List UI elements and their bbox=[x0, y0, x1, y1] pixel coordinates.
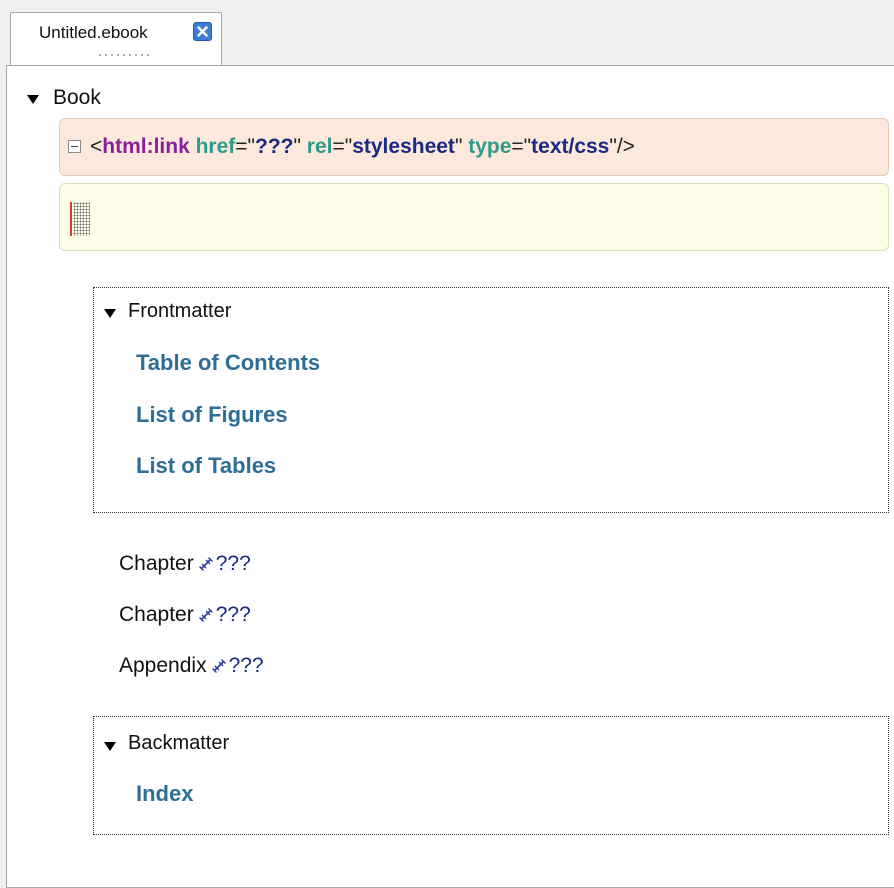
tab-untitled-ebook[interactable]: Untitled.ebook bbox=[10, 12, 222, 66]
frontmatter-title: Frontmatter bbox=[128, 300, 232, 322]
appendix-reference-value[interactable]: ??? bbox=[229, 654, 264, 677]
frontmatter-item-table-of-contents[interactable]: Table of Contents bbox=[136, 350, 320, 376]
document-editor[interactable]: Book <html:link href="???" rel="styleshe… bbox=[6, 65, 894, 888]
chapter-reference-value[interactable]: ??? bbox=[216, 603, 251, 626]
appendix-row[interactable]: Appendix??? bbox=[119, 654, 264, 678]
book-label: Book bbox=[53, 86, 101, 109]
tag-element-name: html:link bbox=[102, 135, 190, 158]
chapter-row-1[interactable]: Chapter??? bbox=[119, 552, 251, 576]
empty-input-placeholder[interactable] bbox=[73, 202, 90, 236]
link-reference-icon[interactable] bbox=[211, 658, 227, 674]
backmatter-expand-triangle-icon[interactable] bbox=[104, 742, 116, 751]
chapter-reference-value[interactable]: ??? bbox=[216, 552, 251, 575]
collapse-icon[interactable] bbox=[68, 140, 81, 153]
rel-attribute-value[interactable]: stylesheet bbox=[352, 135, 455, 158]
chapter-label: Chapter bbox=[119, 603, 194, 626]
chapter-label: Chapter bbox=[119, 552, 194, 575]
href-attribute-name: href bbox=[195, 135, 236, 158]
link-reference-icon[interactable] bbox=[198, 556, 214, 572]
backmatter-item-index[interactable]: Index bbox=[136, 781, 193, 807]
tag-open-bracket: < bbox=[90, 135, 103, 158]
tag-self-close: /> bbox=[616, 135, 635, 158]
appendix-label: Appendix bbox=[119, 654, 207, 677]
rel-attribute-name: rel bbox=[306, 135, 333, 158]
href-attribute-value[interactable]: ??? bbox=[255, 135, 293, 158]
backmatter-section[interactable]: Backmatter Index bbox=[93, 716, 889, 835]
text-caret bbox=[70, 202, 72, 236]
frontmatter-item-list-of-figures[interactable]: List of Figures bbox=[136, 402, 288, 428]
html-link-element-row[interactable]: <html:link href="???" rel="stylesheet" t… bbox=[59, 118, 889, 176]
tab-drag-grip[interactable] bbox=[97, 53, 153, 57]
type-attribute-name: type bbox=[468, 135, 512, 158]
frontmatter-section[interactable]: Frontmatter Table of Contents List of Fi… bbox=[93, 287, 889, 513]
chapter-row-2[interactable]: Chapter??? bbox=[119, 603, 251, 627]
link-reference-icon[interactable] bbox=[198, 607, 214, 623]
type-attribute-value[interactable]: text/css bbox=[531, 135, 609, 158]
tab-title: Untitled.ebook bbox=[39, 23, 148, 42]
close-icon[interactable] bbox=[193, 22, 212, 41]
frontmatter-expand-triangle-icon[interactable] bbox=[104, 309, 116, 318]
tab-bar: Untitled.ebook bbox=[0, 0, 894, 66]
text-insertion-row[interactable] bbox=[59, 183, 889, 251]
frontmatter-item-list-of-tables[interactable]: List of Tables bbox=[136, 453, 276, 479]
backmatter-title: Backmatter bbox=[128, 732, 230, 754]
book-expand-triangle-icon[interactable] bbox=[27, 95, 39, 104]
html-link-tag: <html:link href="???" rel="stylesheet" t… bbox=[90, 135, 635, 158]
